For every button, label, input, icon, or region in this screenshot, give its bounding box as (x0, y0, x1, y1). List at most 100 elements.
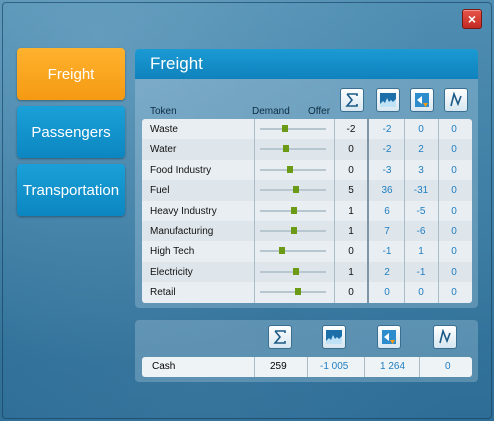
value-cell: 0 (451, 205, 457, 217)
balance-value: 1 (348, 266, 354, 278)
table-row: Electricity 1 2 -1 0 (142, 261, 472, 283)
table-row: Waste -2 -2 0 0 (142, 119, 472, 139)
token-name: Waste (150, 124, 178, 135)
value-cell: 3 (418, 164, 424, 176)
cash-row: Cash 259 -1 005 1 264 0 (142, 357, 472, 377)
slider-knob[interactable] (282, 125, 289, 132)
token-name: Water (150, 144, 177, 156)
freight-table: Retail 0 0 0 0 Electricity 1 2 -1 0 High Tech 0 -1 1 0… (142, 119, 472, 303)
tab-transportation[interactable]: Transportation (17, 164, 125, 216)
divider (254, 119, 255, 303)
table-row: High Tech 0 -1 1 0 (142, 241, 472, 261)
token-name: Electricity (150, 266, 193, 278)
value-cell: -6 (416, 226, 426, 237)
close-button[interactable]: × (462, 9, 482, 29)
divider (438, 119, 439, 303)
value-cell: 0 (451, 144, 457, 156)
slider-knob[interactable] (278, 247, 285, 255)
value-cell: 7 (384, 226, 390, 237)
demand-offer-slider[interactable] (260, 291, 326, 294)
balance-value: 1 (348, 205, 354, 217)
divider (334, 119, 335, 303)
divider (367, 119, 369, 303)
value-cell: 0 (451, 246, 457, 258)
chart-icon[interactable] (376, 88, 400, 112)
offer-column-header: Offer (308, 106, 331, 117)
table-row: Fuel 5 36 -31 0 (142, 180, 472, 201)
table-row: Retail 0 0 0 0 (142, 282, 472, 302)
value-cell: 0 (451, 164, 457, 176)
value-cell: 0 (418, 287, 424, 299)
demand-offer-slider[interactable] (260, 168, 326, 171)
trend-icon[interactable] (444, 88, 468, 112)
cash-label: Cash (152, 361, 176, 372)
value-cell: -5 (416, 205, 426, 217)
demand-offer-slider[interactable] (260, 250, 326, 253)
table-row: Heavy Industry 1 6 -5 0 (142, 201, 472, 221)
value-cell: 0 (451, 266, 457, 278)
value-cell: 2 (384, 266, 390, 278)
value-cell: 0 (451, 185, 457, 197)
cash-value: -1 005 (320, 361, 349, 372)
divider (404, 119, 405, 303)
divider (307, 357, 308, 377)
sum-icon[interactable] (268, 325, 292, 349)
value-cell: 2 (418, 144, 424, 156)
value-cell: 36 (381, 185, 393, 197)
trend-icon[interactable] (433, 325, 457, 349)
slider-knob[interactable] (293, 267, 300, 275)
balance-value: 0 (348, 287, 354, 299)
value-cell: 0 (451, 124, 457, 135)
balance-value: 0 (348, 164, 354, 176)
value-cell: 0 (451, 226, 457, 237)
tab-passengers[interactable]: Passengers (17, 106, 125, 158)
slider-knob[interactable] (291, 227, 298, 234)
divider (419, 357, 420, 377)
value-cell: -2 (382, 124, 392, 135)
token-name: Fuel (150, 185, 170, 197)
value-cell: 1 (418, 246, 424, 258)
slider-knob[interactable] (291, 206, 298, 214)
value-cell: -31 (413, 185, 429, 197)
cash-value: 0 (445, 361, 451, 372)
sound-icon[interactable] (410, 88, 434, 112)
balance-value: 0 (348, 144, 354, 156)
balance-value: 1 (348, 226, 354, 237)
balance-value: -2 (346, 124, 356, 135)
token-name: Food Industry (150, 164, 212, 176)
table-row: Manufacturing 1 7 -6 0 (142, 221, 472, 242)
balance-value: 5 (348, 185, 354, 197)
value-cell: -1 (416, 266, 426, 278)
token-name: Heavy Industry (150, 205, 217, 217)
value-cell: 6 (384, 205, 390, 217)
slider-knob[interactable] (286, 165, 293, 173)
value-cell: 0 (451, 287, 457, 299)
demand-offer-slider[interactable] (260, 148, 326, 151)
divider (254, 357, 255, 377)
value-cell: -2 (382, 144, 392, 156)
token-name: High Tech (150, 246, 195, 258)
token-name: Manufacturing (150, 226, 214, 237)
token-name: Retail (150, 287, 176, 299)
value-cell: -1 (382, 246, 392, 258)
slider-knob[interactable] (295, 288, 302, 296)
demand-offer-slider[interactable] (260, 128, 326, 130)
chart-icon[interactable] (322, 325, 346, 349)
slider-knob[interactable] (283, 145, 290, 153)
sum-icon[interactable] (340, 88, 364, 112)
table-row: Water 0 -2 2 0 (142, 139, 472, 160)
tab-freight[interactable]: Freight (17, 48, 125, 100)
value-cell: 0 (384, 287, 390, 299)
table-row: Food Industry 0 -3 3 0 (142, 160, 472, 180)
value-cell: 0 (418, 124, 424, 135)
divider (364, 357, 365, 377)
demand-column-header: Demand (252, 106, 290, 117)
token-column-header: Token (150, 106, 177, 117)
sound-icon[interactable] (377, 325, 401, 349)
value-cell: -3 (382, 164, 392, 176)
panel-title: Freight (135, 49, 478, 79)
balance-value: 0 (348, 246, 354, 258)
cash-value: 1 264 (380, 361, 406, 372)
slider-knob[interactable] (293, 186, 300, 194)
cash-total: 259 (270, 361, 287, 372)
